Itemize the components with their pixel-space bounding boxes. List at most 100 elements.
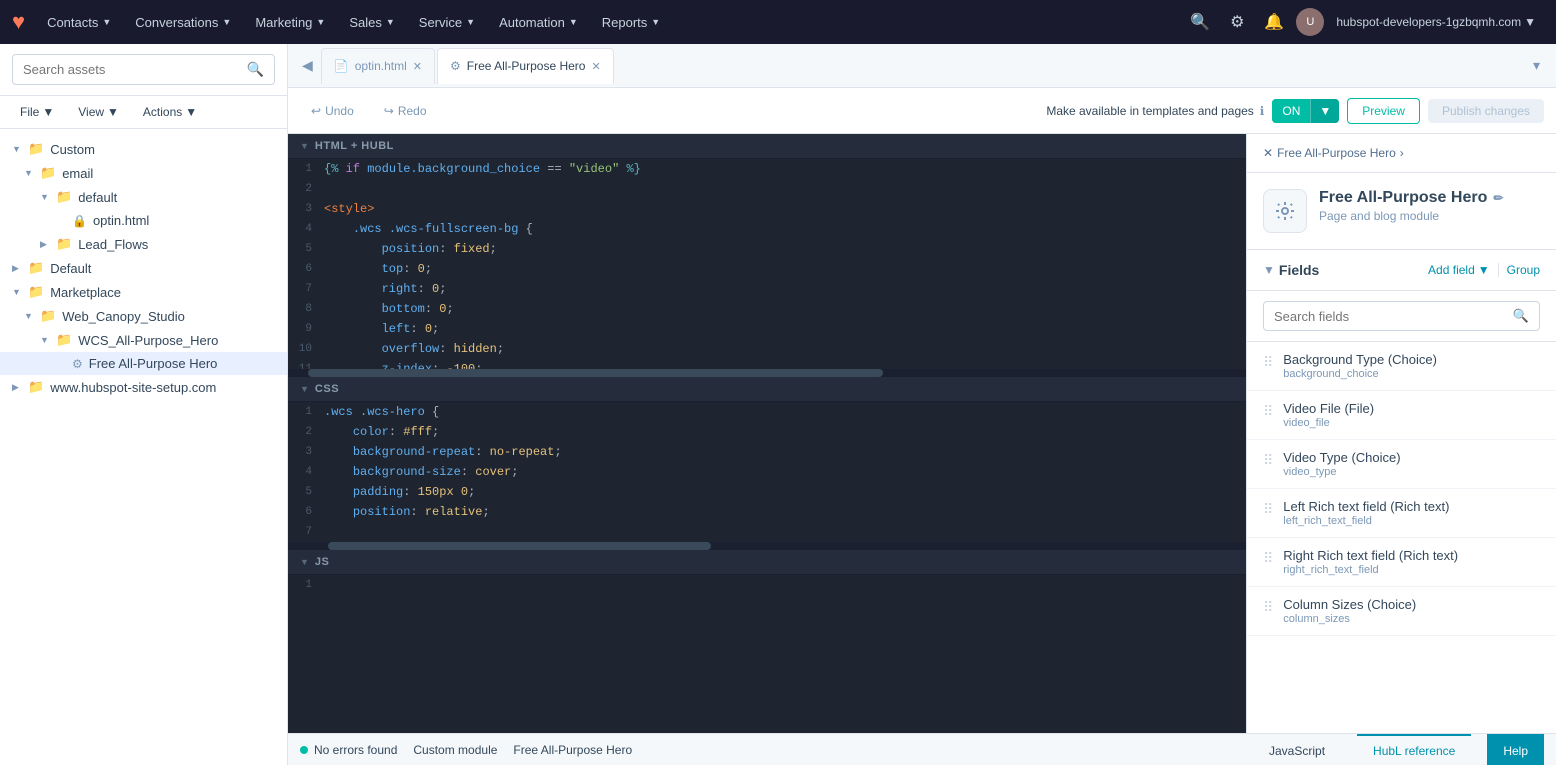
optin-file-icon: 🔒	[72, 214, 87, 228]
tree-item-web-canopy[interactable]: ▼ 📁 Web_Canopy_Studio	[0, 304, 287, 328]
tree-item-lead-flows[interactable]: ▶ 📁 Lead_Flows	[0, 232, 287, 256]
search-fields-icon[interactable]: 🔍	[1513, 308, 1529, 324]
html-hubl-header[interactable]: ▼ HTML + HUBL	[288, 134, 1246, 159]
collapse-panel-button[interactable]: ◀	[296, 53, 319, 78]
field-name: Right Rich text field (Rich text)	[1283, 548, 1540, 563]
nav-service[interactable]: Service ▼	[409, 11, 485, 34]
tree-item-label: Custom	[50, 142, 279, 157]
add-field-button[interactable]: Add field ▼	[1428, 263, 1490, 277]
javascript-tab[interactable]: JavaScript	[1253, 734, 1341, 765]
js-section: ▼ JS 1	[288, 550, 1246, 595]
drag-handle-icon: ⠿	[1263, 548, 1273, 567]
module-header: Free All-Purpose Hero ✏ Page and blog mo…	[1247, 173, 1556, 250]
field-item-video-file[interactable]: ⠿ Video File (File) video_file	[1247, 391, 1556, 440]
free-hero-tab-close-icon[interactable]: ✕	[591, 60, 600, 73]
default2-chevron: ▶	[12, 263, 22, 274]
optin-tab-close-icon[interactable]: ✕	[413, 60, 422, 73]
html-scrollbar[interactable]	[288, 369, 1246, 377]
free-hero-status[interactable]: Free All-Purpose Hero	[513, 743, 632, 757]
optin-tab-icon: 📄	[334, 59, 349, 73]
redo-button[interactable]: ↪ Redo	[373, 98, 438, 124]
tree-item-default2[interactable]: ▶ 📁 Default	[0, 256, 287, 280]
preview-button[interactable]: Preview	[1347, 98, 1420, 124]
code-line: 1	[288, 575, 1246, 595]
sidebar: 🔍 File ▼ View ▼ Actions ▼ ▼ 📁 Custom	[0, 44, 288, 765]
nav-contacts[interactable]: Contacts ▼	[37, 11, 121, 34]
field-item-left-rich-text[interactable]: ⠿ Left Rich text field (Rich text) left_…	[1247, 489, 1556, 538]
make-available-label: Make available in templates and pages ℹ	[1046, 104, 1264, 118]
info-icon[interactable]: ℹ	[1260, 104, 1265, 118]
css-scrollbar[interactable]	[288, 542, 1246, 550]
tree-item-hubspot-site[interactable]: ▶ 📁 www.hubspot-site-setup.com	[0, 375, 287, 399]
code-line: 7	[288, 522, 1246, 542]
hubspot-site-chevron: ▶	[12, 382, 22, 393]
search-fields-input[interactable]	[1274, 309, 1505, 324]
file-button[interactable]: File ▼	[12, 102, 62, 122]
help-tab[interactable]: Help	[1487, 734, 1544, 765]
add-field-chevron-icon: ▼	[1478, 263, 1490, 277]
publish-button[interactable]: Publish changes	[1428, 99, 1544, 123]
tree-item-email[interactable]: ▼ 📁 email	[0, 161, 287, 185]
field-info: Video Type (Choice) video_type	[1283, 450, 1540, 478]
field-item-video-type[interactable]: ⠿ Video Type (Choice) video_type	[1247, 440, 1556, 489]
edit-module-name-icon[interactable]: ✏	[1493, 191, 1503, 205]
code-line: 2 color: #fff;	[288, 422, 1246, 442]
tree-item-optin[interactable]: ▶ 🔒 optin.html	[0, 209, 287, 232]
tree-item-wcs-all[interactable]: ▼ 📁 WCS_All-Purpose_Hero	[0, 328, 287, 352]
nav-marketing[interactable]: Marketing ▼	[245, 11, 335, 34]
no-errors-status[interactable]: No errors found	[300, 743, 397, 757]
actions-button[interactable]: Actions ▼	[135, 102, 205, 122]
tree-item-default[interactable]: ▼ 📁 default	[0, 185, 287, 209]
nav-conversations[interactable]: Conversations ▼	[125, 11, 241, 34]
custom-module-status[interactable]: Custom module	[413, 743, 497, 757]
field-item-background-type[interactable]: ⠿ Background Type (Choice) background_ch…	[1247, 342, 1556, 391]
search-assets-icon[interactable]: 🔍	[247, 61, 264, 78]
tree-item-label: optin.html	[93, 213, 279, 228]
field-item-column-sizes[interactable]: ⠿ Column Sizes (Choice) column_sizes	[1247, 587, 1556, 636]
view-button[interactable]: View ▼	[70, 102, 127, 122]
search-icon[interactable]: 🔍	[1182, 8, 1218, 36]
undo-button[interactable]: ↩ Undo	[300, 98, 365, 124]
fields-collapse-icon[interactable]: ▼	[1263, 263, 1275, 277]
toggle-available-button[interactable]: ON ▼	[1272, 99, 1339, 123]
tab-optin[interactable]: 📄 optin.html ✕	[321, 48, 435, 84]
user-avatar[interactable]: U	[1296, 8, 1324, 36]
hubspot-logo[interactable]: ♥	[12, 9, 25, 35]
js-section-header[interactable]: ▼ JS	[288, 550, 1246, 575]
tree-item-marketplace[interactable]: ▼ 📁 Marketplace	[0, 280, 287, 304]
code-line: 2	[288, 179, 1246, 199]
nav-reports[interactable]: Reports ▼	[592, 11, 670, 34]
tree-item-free-hero[interactable]: ▶ ⚙ Free All-Purpose Hero	[0, 352, 287, 375]
close-breadcrumb-icon: ✕	[1263, 146, 1273, 160]
settings-icon[interactable]: ⚙	[1222, 8, 1252, 36]
fields-search-wrap: 🔍	[1263, 301, 1540, 331]
nav-sales[interactable]: Sales ▼	[339, 11, 404, 34]
tree-item-label: Web_Canopy_Studio	[62, 309, 279, 324]
breadcrumb-link[interactable]: ✕ Free All-Purpose Hero ›	[1263, 146, 1404, 160]
tree-item-custom[interactable]: ▼ 📁 Custom	[0, 137, 287, 161]
code-line: 9 left: 0;	[288, 319, 1246, 339]
group-button[interactable]: Group	[1498, 263, 1540, 277]
hubl-reference-tab[interactable]: HubL reference	[1357, 734, 1471, 765]
nav-automation[interactable]: Automation ▼	[489, 11, 588, 34]
status-dot-green	[300, 746, 308, 754]
marketplace-chevron: ▼	[12, 287, 22, 297]
notifications-icon[interactable]: 🔔	[1256, 8, 1292, 36]
css-code-content[interactable]: 1 .wcs .wcs-hero { 2 color: #fff; 3 back…	[288, 402, 1246, 542]
css-section-header[interactable]: ▼ CSS	[288, 377, 1246, 402]
domain-selector[interactable]: hubspot-developers-1gzbqmh.com ▼	[1328, 11, 1544, 33]
code-line: 3 background-repeat: no-repeat;	[288, 442, 1246, 462]
html-code-content[interactable]: 1 {% if module.background_choice == "vid…	[288, 159, 1246, 369]
sales-chevron: ▼	[386, 17, 395, 27]
fields-header: ▼ Fields Add field ▼ Group	[1247, 250, 1556, 291]
sidebar-toolbar: File ▼ View ▼ Actions ▼	[0, 96, 287, 129]
tab-more-button[interactable]: ▾	[1525, 53, 1548, 78]
search-assets-input[interactable]	[23, 62, 239, 77]
js-code-content[interactable]: 1	[288, 575, 1246, 595]
tab-free-hero[interactable]: ⚙ Free All-Purpose Hero ✕	[437, 48, 614, 84]
field-item-right-rich-text[interactable]: ⠿ Right Rich text field (Rich text) righ…	[1247, 538, 1556, 587]
drag-handle-icon: ⠿	[1263, 401, 1273, 420]
right-panel-breadcrumb-section: ✕ Free All-Purpose Hero ›	[1247, 134, 1556, 173]
field-info: Column Sizes (Choice) column_sizes	[1283, 597, 1540, 625]
code-line: 4 background-size: cover;	[288, 462, 1246, 482]
